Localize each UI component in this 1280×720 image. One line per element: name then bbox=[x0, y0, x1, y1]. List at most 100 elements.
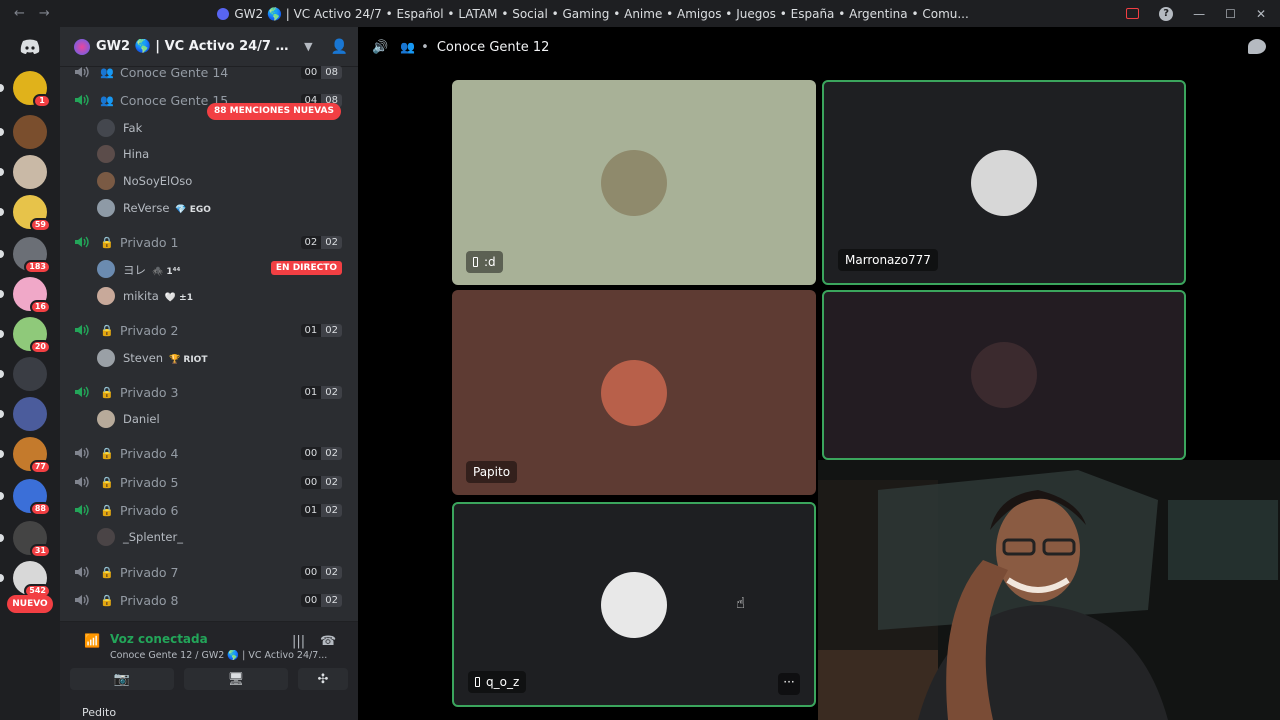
new-mentions-banner[interactable]: 88 MENCIONES NUEVAS bbox=[207, 103, 341, 120]
close-button[interactable]: ✕ bbox=[1256, 7, 1266, 21]
channel-name: Privado 2 bbox=[120, 322, 179, 338]
voice-channel[interactable]: 🔒 Privado 8 00 02 bbox=[60, 588, 358, 612]
channel-sidebar: GW2 🌎 | VC Activo 24/7 • Espa... ▼ 👤 88 … bbox=[60, 27, 358, 720]
voice-channel[interactable]: 🔒 Privado 1 02 02 bbox=[60, 230, 358, 254]
voice-user-fak[interactable]: Fak bbox=[60, 117, 358, 139]
users-connected: 00 bbox=[300, 65, 322, 79]
screen-capture-icon[interactable] bbox=[1126, 8, 1140, 19]
username: ヨレ bbox=[123, 263, 146, 277]
participant-tile[interactable]: q_o_z ··· bbox=[452, 502, 816, 707]
participant-tile[interactable]: :d bbox=[452, 80, 816, 285]
server-icon[interactable]: 542 bbox=[13, 561, 51, 598]
forward-arrow-icon[interactable]: → bbox=[39, 6, 50, 21]
speaker-icon bbox=[75, 504, 89, 516]
mention-badge: 59 bbox=[29, 218, 51, 232]
username: Steven bbox=[123, 351, 164, 365]
user-count: 00 02 bbox=[300, 475, 342, 489]
back-arrow-icon[interactable]: ← bbox=[14, 6, 25, 21]
server-icon[interactable]: 77 bbox=[13, 437, 51, 474]
group-icon: 👥 bbox=[100, 65, 114, 79]
participant-avatar bbox=[601, 571, 667, 638]
voice-channel[interactable]: 🔒 Privado 2 01 02 bbox=[60, 318, 358, 342]
users-connected: 00 bbox=[300, 565, 322, 579]
direct-messages-button[interactable] bbox=[13, 35, 47, 59]
voice-channel[interactable]: 🔒 Privado 6 01 02 bbox=[60, 498, 358, 522]
voice-user-splenter[interactable]: _Splenter_ bbox=[60, 526, 358, 548]
server-icon[interactable] bbox=[13, 155, 47, 189]
server-icon[interactable]: 183 bbox=[13, 237, 51, 274]
voice-channel[interactable]: 🔒 Privado 7 00 02 bbox=[60, 560, 358, 584]
unread-pill bbox=[0, 450, 4, 458]
mention-badge: 88 bbox=[29, 502, 51, 516]
unread-pill bbox=[0, 370, 4, 378]
voice-status[interactable]: Voz conectada bbox=[110, 632, 208, 646]
lock-icon: 🔒 bbox=[100, 475, 114, 489]
user-limit: 02 bbox=[321, 593, 342, 607]
disconnect-icon[interactable]: ☎ bbox=[320, 634, 336, 649]
mention-badge: 20 bbox=[29, 340, 51, 354]
voice-location[interactable]: Conoce Gente 12 / GW2 🌎 | VC Activo 24/7… bbox=[110, 650, 330, 661]
server-icon[interactable]: 1 bbox=[13, 71, 51, 108]
noise-suppression-icon[interactable]: ||| bbox=[292, 634, 305, 649]
voice-user-hina[interactable]: Hina bbox=[60, 143, 358, 165]
signal-strength-icon[interactable]: 📶 bbox=[84, 634, 100, 649]
voice-user-mikita[interactable]: mikita 🤍 ±1 bbox=[60, 285, 358, 307]
participant-avatar bbox=[971, 342, 1037, 408]
users-connected: 01 bbox=[300, 503, 322, 517]
share-screen-button[interactable]: 🖥 bbox=[184, 668, 288, 690]
user-count: 00 08 bbox=[300, 65, 342, 79]
users-connected: 02 bbox=[300, 235, 322, 249]
activities-button[interactable]: ✣ bbox=[298, 668, 348, 690]
voice-user-daniel[interactable]: Daniel bbox=[60, 408, 358, 430]
server-icon[interactable] bbox=[13, 357, 47, 391]
server-icon[interactable]: 16 bbox=[13, 277, 51, 314]
voice-user-reverse[interactable]: ReVerse 💎 EGO bbox=[60, 197, 358, 219]
chevron-down-icon[interactable]: ▼ bbox=[304, 40, 312, 53]
server-icon[interactable]: 31 bbox=[13, 521, 51, 558]
user-limit: 02 bbox=[321, 565, 342, 579]
server-icon[interactable] bbox=[13, 397, 47, 431]
server-icon[interactable]: 88 bbox=[13, 479, 51, 516]
voice-channel[interactable]: 🔒 Privado 4 00 02 bbox=[60, 441, 358, 465]
username: ReVerse bbox=[123, 201, 170, 215]
current-user-name[interactable]: Pedito bbox=[82, 706, 116, 719]
more-options-button[interactable]: ··· bbox=[778, 673, 800, 695]
server-icon[interactable]: 59 bbox=[13, 195, 51, 232]
mention-badge: 183 bbox=[24, 260, 51, 274]
users-connected: 00 bbox=[300, 475, 322, 489]
maximize-button[interactable]: ☐ bbox=[1225, 7, 1236, 21]
live-badge: EN DIRECTO bbox=[270, 261, 342, 275]
camera-button[interactable]: 📷 bbox=[70, 668, 174, 690]
voice-user-privado1-a[interactable]: ヨレ 🕷️ 1⁴⁴ EN DIRECTO bbox=[60, 258, 358, 280]
unread-pill bbox=[0, 534, 4, 542]
username: mikita bbox=[123, 289, 159, 303]
user-limit: 02 bbox=[321, 446, 342, 460]
nav-buttons: ← → bbox=[0, 6, 60, 21]
unread-pill bbox=[0, 330, 4, 338]
participant-tile[interactable]: Papito bbox=[452, 290, 816, 495]
voice-user-steven[interactable]: Steven 🏆 RIOT bbox=[60, 347, 358, 369]
avatar bbox=[97, 410, 115, 428]
participant-tile[interactable]: Marronazo777 bbox=[822, 80, 1186, 285]
channel-name: Privado 6 bbox=[120, 502, 179, 518]
help-icon[interactable]: ? bbox=[1159, 6, 1174, 21]
discord-logo-icon bbox=[20, 39, 40, 54]
invite-people-icon[interactable]: 👤 bbox=[331, 39, 348, 55]
mention-badge: 1 bbox=[33, 94, 51, 108]
lock-icon: 🔒 bbox=[100, 503, 114, 517]
participant-avatar bbox=[601, 149, 667, 216]
minimize-button[interactable]: — bbox=[1193, 7, 1205, 21]
voice-channel[interactable]: 🔒 Privado 5 00 02 bbox=[60, 470, 358, 494]
voice-channel[interactable]: 🔒 Privado 3 01 02 bbox=[60, 380, 358, 404]
user-count: 02 02 bbox=[300, 235, 342, 249]
server-icon[interactable] bbox=[13, 115, 47, 149]
window-title: GW2 🌎 | VC Activo 24/7 • Español • LATAM… bbox=[60, 7, 1126, 21]
speaker-icon bbox=[75, 594, 89, 606]
new-servers-badge[interactable]: NUEVO bbox=[7, 595, 53, 613]
voice-user-nosoyeloso[interactable]: NoSoyElOso bbox=[60, 170, 358, 192]
participant-tile[interactable] bbox=[822, 290, 1186, 460]
server-icon[interactable]: 20 bbox=[13, 317, 51, 354]
voice-channel[interactable]: 👥 Conoce Gente 14 00 08 bbox=[60, 60, 358, 84]
lock-icon: 🔒 bbox=[100, 235, 114, 249]
chat-bubble-icon[interactable] bbox=[1248, 39, 1266, 54]
